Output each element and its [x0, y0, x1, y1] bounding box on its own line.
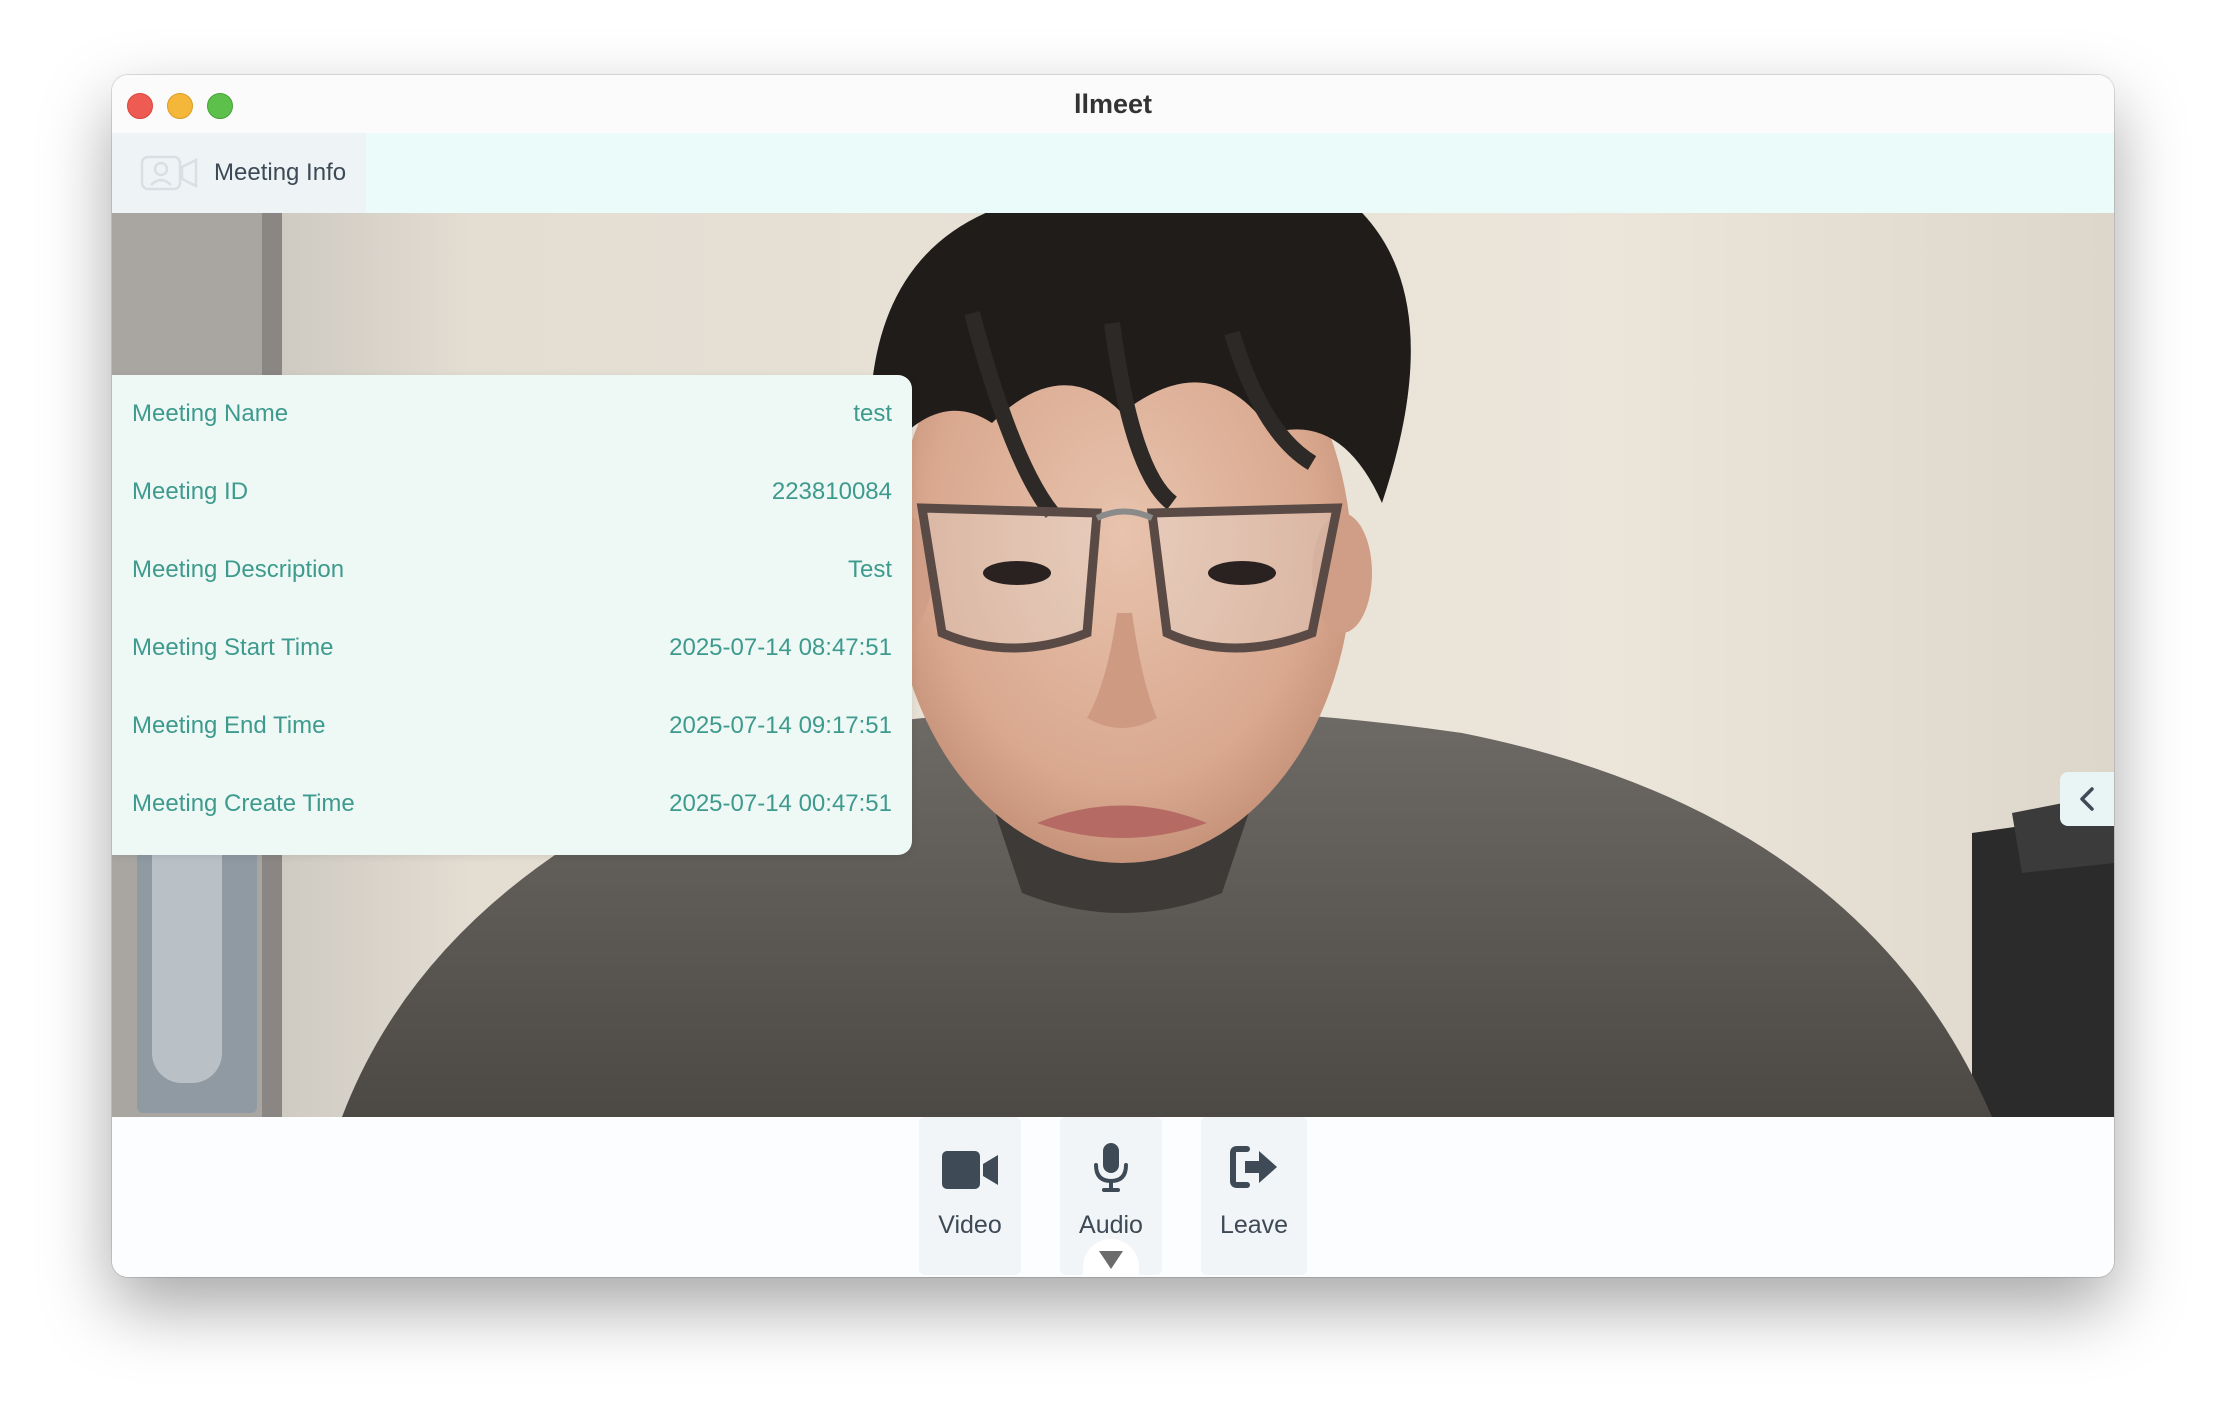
chevron-left-icon [2080, 787, 2094, 811]
video-button[interactable]: Video [919, 1117, 1021, 1275]
info-label: Meeting Create Time [132, 790, 355, 817]
video-feed: Meeting Name test Meeting ID 223810084 M… [112, 213, 2114, 1117]
info-row-meeting-name: Meeting Name test [132, 375, 892, 453]
chevron-down-icon [1099, 1251, 1123, 1269]
leave-button[interactable]: Leave [1201, 1117, 1307, 1275]
window-title: llmeet [1073, 89, 1153, 119]
app-window: llmeet Meeting Info Meeting Name test Me… [112, 75, 2114, 1277]
audio-options-button[interactable] [1083, 1239, 1139, 1277]
info-row-create-time: Meeting Create Time 2025-07-14 00:47:51 [132, 765, 892, 843]
video-camera-icon [942, 1151, 998, 1189]
audio-button-label: Audio [1079, 1211, 1143, 1239]
video-chat-icon [140, 155, 198, 191]
leave-icon [1230, 1146, 1277, 1188]
meeting-info-panel: Meeting Name test Meeting ID 223810084 M… [112, 375, 912, 855]
video-button-label: Video [938, 1211, 1002, 1239]
info-label: Meeting Name [132, 400, 289, 427]
info-value: test [853, 400, 892, 427]
info-row-start-time: Meeting Start Time 2025-07-14 08:47:51 [132, 609, 892, 687]
info-value: 2025-07-14 00:47:51 [669, 790, 892, 817]
control-bar: Video Audio Leave [112, 1117, 2114, 1277]
info-value: Test [847, 556, 892, 583]
info-label: Meeting Start Time [132, 634, 334, 661]
info-value: 223810084 [771, 478, 892, 505]
meeting-info-tab-label: Meeting Info [214, 159, 347, 186]
info-value: 2025-07-14 08:47:51 [669, 634, 892, 661]
audio-button[interactable]: Audio [1060, 1117, 1162, 1277]
info-row-meeting-id: Meeting ID 223810084 [132, 453, 892, 531]
top-toolbar: Meeting Info [112, 133, 2114, 213]
meeting-info-tab[interactable]: Meeting Info [112, 133, 366, 213]
side-panel-toggle-button[interactable] [2060, 772, 2114, 826]
info-label: Meeting End Time [132, 712, 326, 739]
leave-button-label: Leave [1219, 1211, 1289, 1239]
info-label: Meeting ID [132, 478, 249, 505]
title-bar: llmeet [112, 75, 2114, 134]
info-row-end-time: Meeting End Time 2025-07-14 09:17:51 [132, 687, 892, 765]
info-label: Meeting Description [132, 556, 345, 583]
microphone-icon [1094, 1143, 1128, 1192]
info-row-meeting-description: Meeting Description Test [132, 531, 892, 609]
info-value: 2025-07-14 09:17:51 [669, 712, 892, 739]
